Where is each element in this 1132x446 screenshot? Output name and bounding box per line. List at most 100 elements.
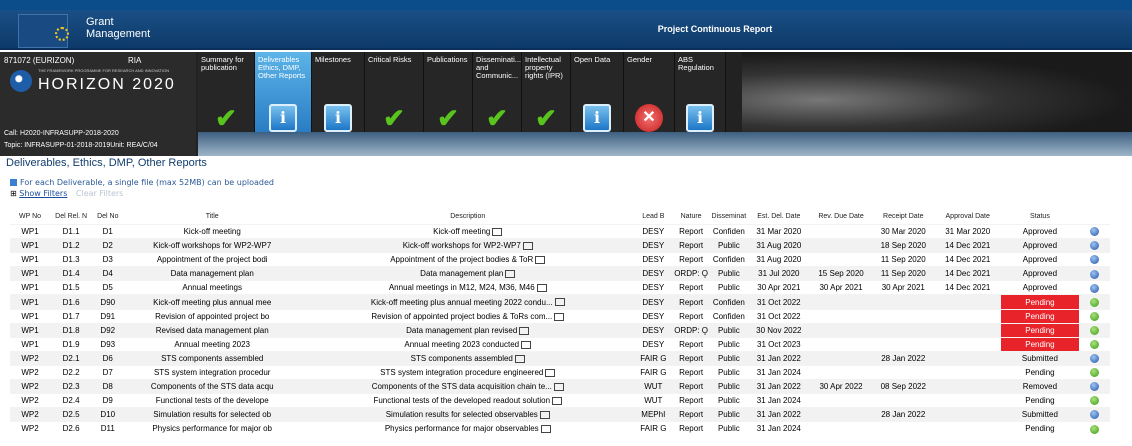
view-details-icon[interactable] xyxy=(1089,241,1099,251)
column-header-4[interactable]: Description xyxy=(301,208,635,225)
eu-flag-logo xyxy=(18,14,69,48)
document-icon[interactable] xyxy=(540,425,551,434)
show-filters-link[interactable]: Show Filters xyxy=(19,189,67,198)
document-icon[interactable] xyxy=(552,397,563,406)
edit-deliverable-icon[interactable] xyxy=(1089,424,1099,434)
tab-3[interactable]: Critical Risks ✔ xyxy=(365,52,424,132)
tab-5[interactable]: Disseminati... and Communic... ✔ xyxy=(473,52,522,132)
table-row[interactable]: WP2 D2.3 D8 Components of the STS data acqu… xyxy=(10,379,1110,394)
edit-deliverable-icon[interactable] xyxy=(1089,339,1099,349)
table-row[interactable]: WP1 D1.8 D92 Revised data management plan Da… xyxy=(10,322,1110,338)
edit-deliverable-icon[interactable] xyxy=(1089,325,1099,335)
table-row[interactable]: WP2 D2.6 D11 Physics performance for major … xyxy=(10,421,1110,436)
cell-approval-date: 31 Mar 2020 xyxy=(934,223,1002,239)
clear-filters-link[interactable]: Clear Filters xyxy=(76,189,123,198)
table-row[interactable]: WP1 D1.9 D93 Annual meeting 2023 Annual meet… xyxy=(10,336,1110,352)
column-header-5[interactable]: Lead B xyxy=(634,208,673,225)
document-icon[interactable] xyxy=(545,368,556,377)
check-icon: ✔ xyxy=(215,103,237,133)
document-icon[interactable] xyxy=(492,227,503,236)
document-icon[interactable] xyxy=(554,298,565,307)
cell-del-rel-n: D1.8 xyxy=(50,322,93,338)
app-title-line1: Grant xyxy=(86,16,114,28)
table-row[interactable]: WP2 D2.2 D7 STS system integration procedur… xyxy=(10,364,1110,380)
column-header-13[interactable] xyxy=(1078,208,1110,225)
document-icon[interactable] xyxy=(505,270,516,279)
view-details-icon[interactable] xyxy=(1089,255,1099,265)
edit-deliverable-icon[interactable] xyxy=(1089,297,1099,307)
column-header-7[interactable]: Disseminat xyxy=(709,208,748,225)
column-header-3[interactable]: Title xyxy=(123,208,302,225)
column-header-12[interactable]: Status xyxy=(1001,208,1079,225)
cell-nature: Report xyxy=(672,364,710,380)
cell-del-rel-n: D2.1 xyxy=(50,350,93,366)
table-row[interactable]: WP1 D1.6 D90 Kick-off meeting plus annual m… xyxy=(10,294,1110,310)
view-details-icon[interactable] xyxy=(1089,354,1099,364)
tab-7[interactable]: Open Data i xyxy=(571,52,624,132)
table-row[interactable]: WP2 D2.5 D10 Simulation results for selecte… xyxy=(10,407,1110,422)
tab-label: Disseminati... and Communic... xyxy=(476,55,522,80)
info-icon: i xyxy=(269,104,297,132)
tab-1[interactable]: Deliverables Ethics, DMP, Other Reports i xyxy=(255,52,312,132)
cell-disseminat: Confiden xyxy=(709,223,748,239)
view-details-icon[interactable] xyxy=(1089,283,1099,293)
cell-del-no: D2 xyxy=(92,238,124,253)
cell-approval-date: 14 Dec 2021 xyxy=(934,252,1002,267)
tab-6[interactable]: Intellectual property rights (IPR) ✔ xyxy=(522,52,571,132)
document-icon[interactable] xyxy=(522,242,533,251)
view-details-icon[interactable] xyxy=(1089,382,1099,392)
edit-deliverable-icon[interactable] xyxy=(1089,311,1099,321)
tab-2[interactable]: Milestones i xyxy=(312,52,365,132)
cell-lead-b: DESY xyxy=(634,336,673,352)
tab-4[interactable]: Publications ✔ xyxy=(424,52,473,132)
cell-nature: Report xyxy=(672,238,710,253)
cell-disseminat: Confiden xyxy=(709,294,748,310)
document-icon[interactable] xyxy=(514,354,525,363)
table-row[interactable]: WP2 D2.4 D9 Functional tests of the develop… xyxy=(10,393,1110,408)
column-header-8[interactable]: Est. Del. Date xyxy=(747,208,810,225)
cell-description: Data management plan xyxy=(301,266,635,281)
document-icon[interactable] xyxy=(536,284,547,293)
cell-receipt-date xyxy=(872,364,935,380)
view-details-icon[interactable] xyxy=(1089,227,1099,237)
document-icon[interactable] xyxy=(554,312,565,321)
document-icon[interactable] xyxy=(519,326,530,335)
document-icon[interactable] xyxy=(553,382,564,391)
cell-lead-b: DESY xyxy=(634,238,673,253)
document-icon[interactable] xyxy=(521,340,532,349)
cell-lead-b: WUT xyxy=(634,393,673,408)
cell-wp-no: WP1 xyxy=(10,294,50,310)
edit-deliverable-icon[interactable] xyxy=(1089,368,1099,378)
column-header-6[interactable]: Nature xyxy=(672,208,710,225)
programme-logo-text: HORIZON 2020 xyxy=(38,76,176,93)
table-row[interactable]: WP1 D1.1 D1 Kick-off meeting Kick-off meetin… xyxy=(10,223,1110,239)
document-icon[interactable] xyxy=(535,256,546,265)
column-header-2[interactable]: Del No xyxy=(92,208,124,225)
edit-deliverable-icon[interactable] xyxy=(1089,396,1099,406)
table-row[interactable]: WP2 D2.1 D6 STS components assembled STS com… xyxy=(10,350,1110,366)
column-header-1[interactable]: Del Rel. N xyxy=(50,208,93,225)
cell-wp-no: WP2 xyxy=(10,421,50,436)
table-row[interactable]: WP1 D1.5 D5 Annual meetings Annual meetings … xyxy=(10,280,1110,295)
table-row[interactable]: WP1 D1.3 D3 Appointment of the project bodi… xyxy=(10,252,1110,267)
table-row[interactable]: WP1 D1.2 D2 Kick-off workshops for WP2-WP7 K… xyxy=(10,238,1110,253)
view-details-icon[interactable] xyxy=(1089,410,1099,420)
cell-del-rel-n: D1.4 xyxy=(50,266,93,281)
cell-del-rel-n: D2.5 xyxy=(50,407,93,422)
cell-lead-b: DESY xyxy=(634,322,673,338)
column-header-10[interactable]: Receipt Date xyxy=(872,208,935,225)
tab-8[interactable]: Gender ✕ xyxy=(624,52,675,132)
deliverables-table: WP No Del Rel. N Del No Title Description Lea… xyxy=(10,208,1110,436)
cell-title: Functional tests of the develope xyxy=(123,393,302,408)
table-row[interactable]: WP1 D1.4 D4 Data management plan Data manage… xyxy=(10,266,1110,281)
column-header-11[interactable]: Approval Date xyxy=(934,208,1002,225)
column-header-0[interactable]: WP No xyxy=(10,208,50,225)
view-details-icon[interactable] xyxy=(1089,269,1099,279)
table-row[interactable]: WP1 D1.7 D91 Revision of appointed project … xyxy=(10,308,1110,324)
column-header-9[interactable]: Rev. Due Date xyxy=(809,208,873,225)
cell-del-rel-n: D1.5 xyxy=(50,280,93,295)
document-icon[interactable] xyxy=(539,411,550,420)
tab-9[interactable]: ABS Regulation i xyxy=(675,52,726,132)
cell-lead-b: DESY xyxy=(634,308,673,324)
tab-0[interactable]: Summary for publication ✔ xyxy=(198,52,255,132)
